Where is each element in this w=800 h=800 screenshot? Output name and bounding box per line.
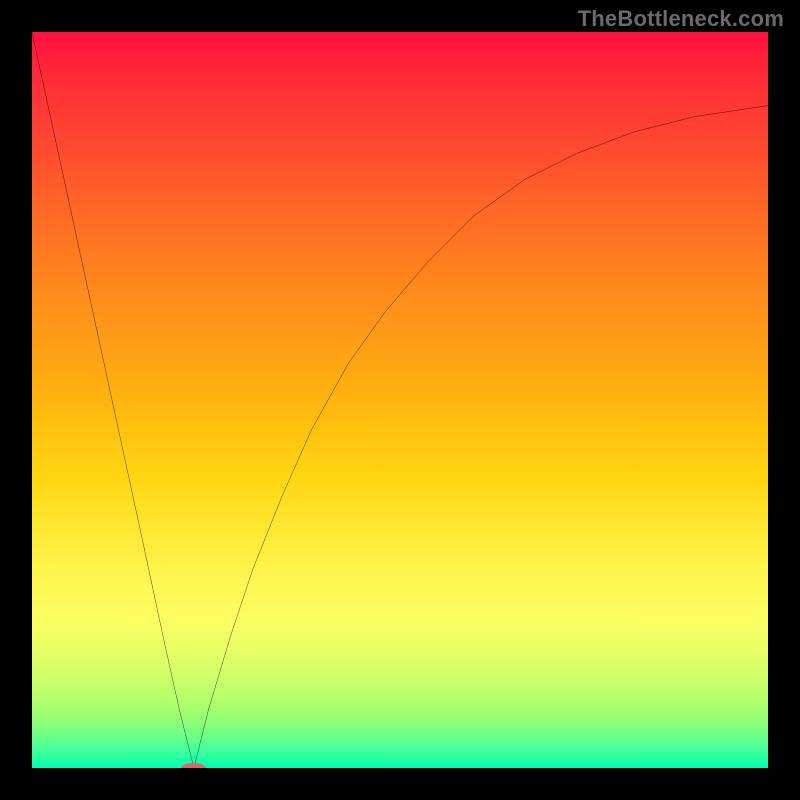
optimum-marker <box>181 763 206 768</box>
outer-frame: TheBottleneck.com <box>0 0 800 800</box>
plot-area <box>32 32 768 768</box>
watermark-text: TheBottleneck.com <box>578 6 784 32</box>
curve-svg <box>32 32 768 768</box>
bottleneck-curve <box>32 32 768 768</box>
